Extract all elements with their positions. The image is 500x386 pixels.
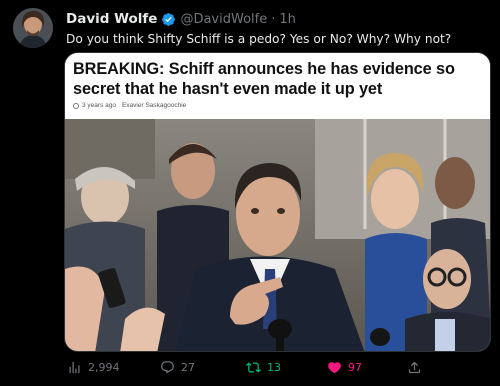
share-button[interactable] [407,360,428,375]
article-author: Exavier Saskagoochie [121,102,187,109]
views-button[interactable]: 2,994 [67,360,120,375]
views-count: 2,994 [88,361,120,374]
article-headline-block: BREAKING: Schiff announces he has eviden… [65,53,490,119]
clock-icon [73,102,79,109]
verified-badge-icon [162,12,176,26]
like-button[interactable]: 97 [327,360,362,375]
tweet-text: Do you think Shifty Schiff is a pedo? Ye… [66,32,452,46]
article-headline-line-2: secret that he hasn't even made it up ye… [73,80,383,98]
article-age: 3 years ago [82,102,116,109]
avatar[interactable] [13,8,53,48]
display-name[interactable]: David Wolfe [66,11,157,27]
article-headline-line-1: BREAKING: Schiff announces he has eviden… [73,60,455,78]
tweet-actions: 2,994 27 13 97 [0,360,500,382]
article-headline: BREAKING: Schiff announces he has eviden… [73,59,484,99]
avatar-image [13,8,53,48]
like-count: 97 [348,361,362,374]
reply-count: 27 [181,361,195,374]
separator-dot: · [271,11,276,27]
article-meta: 3 years ago Exavier Saskagoochie [73,102,484,109]
share-icon [408,361,421,374]
like-icon [328,362,341,374]
retweet-count: 13 [267,361,281,374]
reply-button[interactable]: 27 [160,360,195,375]
timestamp[interactable]: 1h [279,12,296,27]
retweet-button[interactable]: 13 [246,360,281,375]
handle[interactable]: @DavidWolfe [180,12,267,27]
tweet[interactable]: David Wolfe @DavidWolfe · 1h Do you thin… [0,0,500,386]
reply-icon [161,361,174,374]
tweet-header: David Wolfe @DavidWolfe · 1h [66,10,296,28]
press-photo [65,119,490,351]
retweet-icon [246,362,261,373]
views-icon [69,361,80,374]
media-image[interactable]: BREAKING: Schiff announces he has eviden… [64,52,491,352]
